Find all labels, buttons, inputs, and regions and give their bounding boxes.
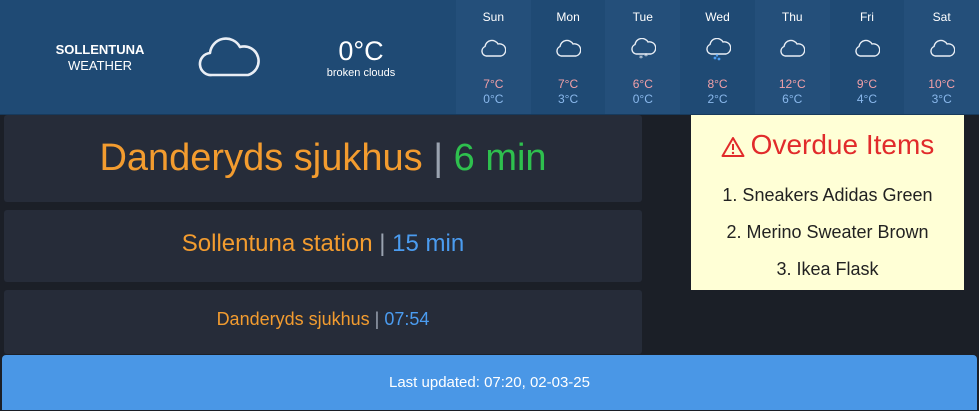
current-description: broken clouds xyxy=(326,67,396,79)
snow-cloud-icon: * * xyxy=(605,37,680,63)
departure-time: 07:54 xyxy=(384,309,430,329)
forecast-day-name: Tue xyxy=(632,10,653,24)
forecast-day-name: Wed xyxy=(705,10,730,24)
cloud-icon xyxy=(830,38,905,62)
departure-panel-primary: Danderyds sjukhus | 6 min xyxy=(4,115,642,202)
forecast-high: 8°C xyxy=(707,77,728,91)
forecast-day-name: Sat xyxy=(932,10,951,24)
forecast-low: 3°C xyxy=(931,92,952,106)
city-name: SOLLENTUNA xyxy=(55,42,145,57)
overdue-heading: Overdue Items xyxy=(691,129,964,161)
forecast-day: Thu 12°C 6°C xyxy=(754,0,830,114)
status-footer: Last updated: 07:20, 02-03-25 xyxy=(2,355,977,410)
departure-time: 6 min xyxy=(453,137,547,179)
forecast-low: 0°C xyxy=(632,92,653,106)
forecast-low: 0°C xyxy=(483,92,504,106)
overdue-list: 1. Sneakers Adidas Green 2. Merino Sweat… xyxy=(691,177,964,288)
list-item: 2. Merino Sweater Brown xyxy=(726,222,929,242)
forecast-low: 2°C xyxy=(707,92,728,106)
departure-separator: | xyxy=(379,230,386,257)
overdue-title: Overdue Items xyxy=(750,129,935,160)
departure-destination: Sollentuna station xyxy=(181,230,373,257)
forecast-day: Fri 9°C 4°C xyxy=(830,0,905,114)
weather-location: SOLLENTUNA WEATHER xyxy=(36,42,164,74)
svg-text:*: * xyxy=(639,54,643,62)
weather-subtitle: WEATHER xyxy=(67,58,133,73)
forecast-day: Wed 8°C 2°C xyxy=(680,0,755,114)
departure-panel-tertiary: Danderyds sjukhus | 07:54 xyxy=(4,290,642,354)
forecast-strip: Sun 7°C 0°C Mon 7°C 3°C Tue * * 6°C 0°C … xyxy=(456,0,979,114)
forecast-day: Mon 7°C 3°C xyxy=(531,0,606,114)
forecast-day-name: Fri xyxy=(859,10,874,24)
forecast-high: 7°C xyxy=(558,77,579,91)
forecast-high: 12°C xyxy=(778,77,806,91)
forecast-low: 6°C xyxy=(782,92,803,106)
forecast-day-name: Mon xyxy=(556,10,580,24)
departure-destination: Danderyds sjukhus xyxy=(99,137,423,179)
forecast-day-name: Thu xyxy=(781,10,803,24)
svg-text:*: * xyxy=(644,52,648,61)
forecast-day: Sat 10°C 3°C xyxy=(904,0,979,114)
last-updated-text: Last updated: 07:20, 02-03-25 xyxy=(389,374,590,391)
departure-separator: | xyxy=(374,309,380,329)
departure-destination: Danderyds sjukhus xyxy=(216,309,370,329)
cloud-icon xyxy=(531,38,606,62)
weather-header: SOLLENTUNA WEATHER 0°C broken clouds Sun… xyxy=(0,0,979,115)
list-item: 1. Sneakers Adidas Green xyxy=(722,185,933,205)
forecast-low: 4°C xyxy=(856,92,878,106)
forecast-high: 6°C xyxy=(632,77,653,91)
cloud-icon xyxy=(904,38,979,62)
list-item: 3. Ikea Flask xyxy=(776,259,879,279)
forecast-day: Sun 7°C 0°C xyxy=(456,0,531,114)
departure-separator: | xyxy=(433,137,444,179)
departure-panel-secondary: Sollentuna station | 15 min xyxy=(4,210,642,282)
rain-cloud-icon xyxy=(680,37,755,62)
forecast-high: 7°C xyxy=(483,77,504,91)
forecast-high: 10°C xyxy=(928,77,956,91)
cloud-icon xyxy=(755,38,830,62)
forecast-day-name: Sun xyxy=(482,10,505,24)
cloud-icon xyxy=(456,38,531,62)
departure-time: 15 min xyxy=(392,230,465,257)
cloud-icon xyxy=(198,33,260,84)
forecast-low: 3°C xyxy=(558,92,579,106)
current-temperature: 0°C xyxy=(338,36,384,66)
warning-icon xyxy=(721,137,745,157)
overdue-items-box: Overdue Items 1. Sneakers Adidas Green 2… xyxy=(691,115,964,290)
forecast-high: 9°C xyxy=(856,77,878,91)
current-weather: 0°C broken clouds xyxy=(300,36,422,80)
forecast-day: Tue * * 6°C 0°C xyxy=(605,0,681,114)
